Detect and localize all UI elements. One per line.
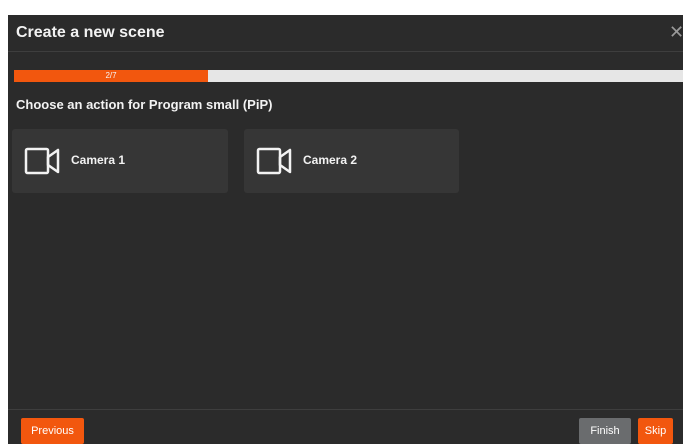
close-icon[interactable]: ✕ xyxy=(669,23,683,41)
create-scene-dialog: Create a new scene ✕ 2/7 Choose an actio… xyxy=(8,15,683,444)
finish-button[interactable]: Finish xyxy=(579,418,631,444)
progress-label: 2/7 xyxy=(105,71,117,80)
previous-button[interactable]: Previous xyxy=(21,418,84,444)
option-label: Camera 2 xyxy=(303,153,358,167)
skip-button[interactable]: Skip xyxy=(638,418,673,444)
camera-icon xyxy=(24,147,60,175)
dialog-footer: Previous Finish Skip xyxy=(8,409,683,444)
option-label: Camera 1 xyxy=(71,153,126,167)
wizard-progress-bar: 2/7 xyxy=(14,70,683,82)
option-camera-1[interactable]: Camera 1 xyxy=(12,129,228,193)
dialog-title: Create a new scene xyxy=(16,24,165,41)
step-prompt: Choose an action for Program small (PiP) xyxy=(16,97,273,112)
option-camera-2[interactable]: Camera 2 xyxy=(244,129,459,193)
camera-icon xyxy=(256,147,292,175)
dialog-header: Create a new scene ✕ xyxy=(8,15,683,52)
